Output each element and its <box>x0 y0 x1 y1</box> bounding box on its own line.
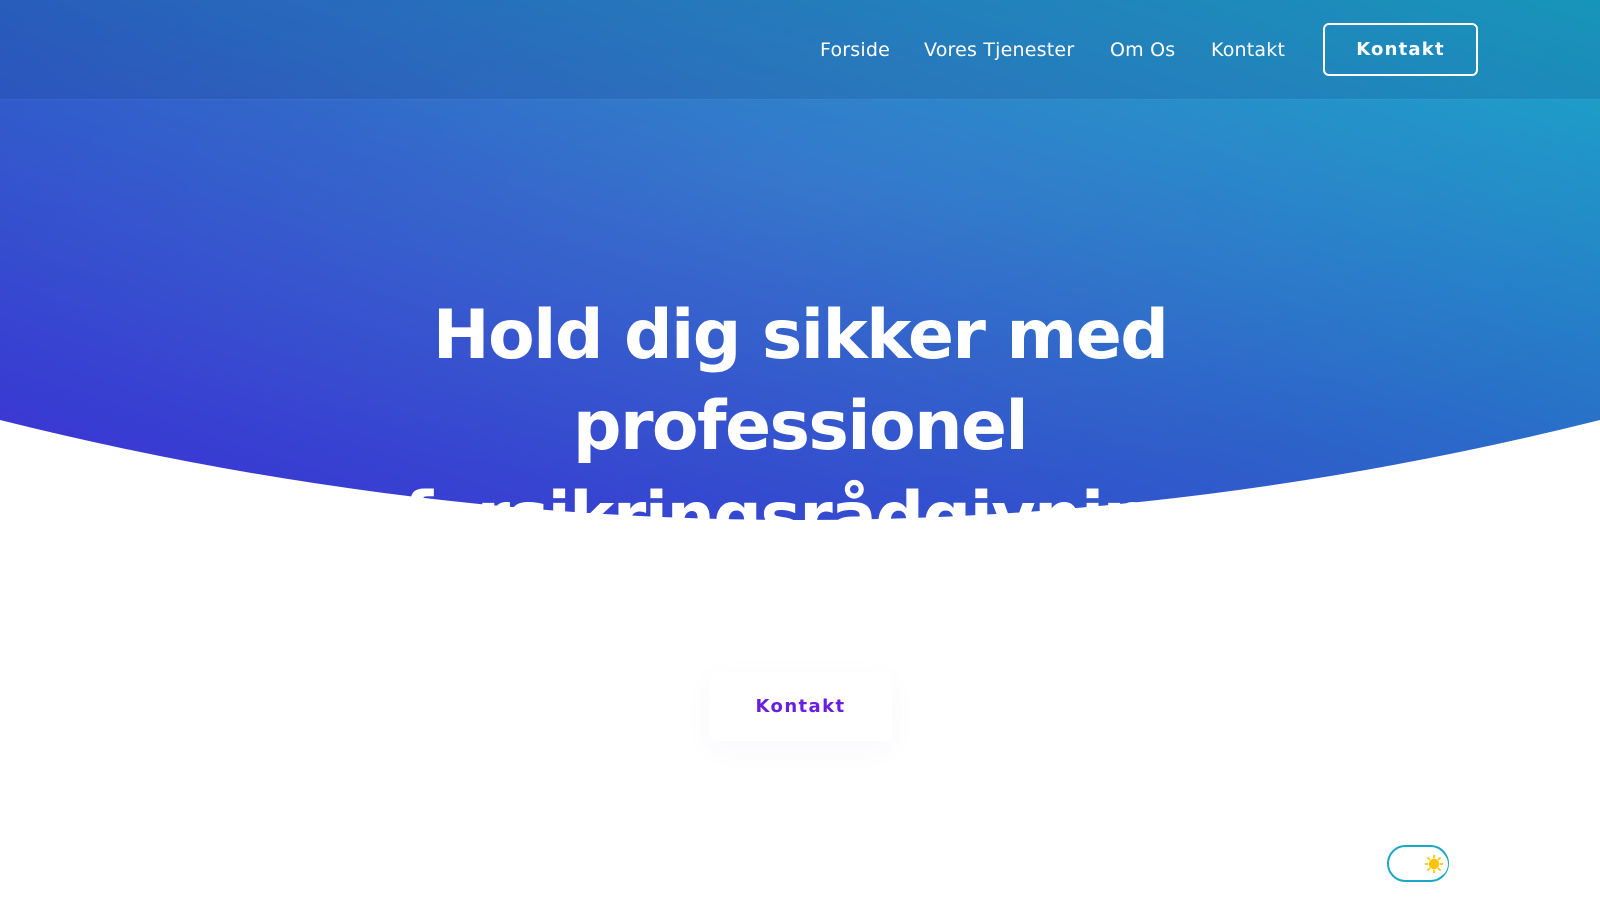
hero-contact-button[interactable]: Kontakt <box>709 672 892 741</box>
theme-toggle[interactable] <box>1387 845 1449 882</box>
nav-link-kontakt[interactable]: Kontakt <box>1211 36 1285 64</box>
hero-subtitle <box>396 599 1204 629</box>
landing-page: Forside Vores Tjenester Om Os Kontakt Ko… <box>0 0 1600 900</box>
nav-link-om-os[interactable]: Om Os <box>1110 36 1175 64</box>
hero-headline: Hold dig sikker med professionel forsikr… <box>403 296 1198 557</box>
sun-icon <box>1424 854 1444 874</box>
top-navigation: Forside Vores Tjenester Om Os Kontakt Ko… <box>0 0 1600 99</box>
nav-link-vores-tjenester[interactable]: Vores Tjenester <box>924 36 1074 64</box>
nav-link-forside[interactable]: Forside <box>820 36 890 64</box>
header-contact-button[interactable]: Kontakt <box>1323 23 1478 76</box>
toggle-knob <box>1420 850 1448 878</box>
